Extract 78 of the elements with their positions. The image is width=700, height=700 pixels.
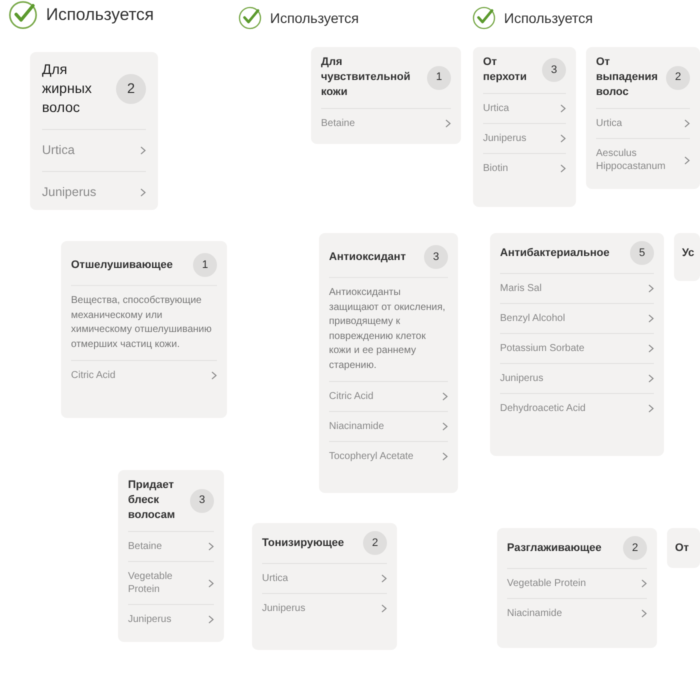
ingredient-item[interactable]: Juniperus xyxy=(42,170,146,210)
ingredient-item[interactable]: Betaine xyxy=(128,531,214,561)
ingredient-item[interactable]: Urtica xyxy=(596,108,690,138)
chevron-right-icon xyxy=(641,579,647,588)
card-title: Антибактериальное xyxy=(500,246,610,260)
ingredient-item[interactable]: Dehydroacetic Acid xyxy=(500,393,654,423)
count-badge: 1 xyxy=(427,66,451,90)
chevron-right-icon xyxy=(560,104,566,113)
count-badge: 2 xyxy=(116,74,146,104)
ingredient-item[interactable]: Juniperus xyxy=(483,123,566,153)
card-title: Придает блеск волосам xyxy=(128,478,176,523)
chevron-right-icon xyxy=(381,604,387,613)
ingredient-item[interactable]: Urtica xyxy=(483,93,566,123)
ingredient-item[interactable]: Niacinamide xyxy=(329,411,448,441)
card-title: От выпадения волос xyxy=(596,55,659,100)
checkmark-icon xyxy=(472,6,496,30)
chevron-right-icon xyxy=(208,578,214,588)
chevron-right-icon xyxy=(208,542,214,551)
status-label: Используется xyxy=(46,4,154,26)
card-title: Ус xyxy=(681,246,696,261)
card-title: Разглаживающее xyxy=(507,540,602,556)
ingredient-item[interactable]: Aesculus Hippocastanum xyxy=(596,138,690,181)
ingredient-item[interactable]: Vegetable Protein xyxy=(507,568,647,598)
ingredient-item[interactable]: Juniperus xyxy=(500,363,654,393)
ingredient-item[interactable]: Betaine xyxy=(321,108,451,138)
card-title: Антиоксидант xyxy=(329,250,406,264)
ingredient-item[interactable]: Juniperus xyxy=(262,593,387,623)
count-badge: 3 xyxy=(542,58,566,82)
chevron-right-icon xyxy=(648,404,654,413)
count-badge: 3 xyxy=(190,488,214,512)
ingredient-item[interactable]: Vegetable Protein xyxy=(128,561,214,604)
chevron-right-icon xyxy=(211,371,217,380)
count-badge: 1 xyxy=(193,253,217,277)
count-badge: 2 xyxy=(363,531,387,555)
card-title: Для чувствительной кожи xyxy=(321,55,412,100)
chevron-right-icon xyxy=(442,392,448,401)
card-description: Антиоксиданты защищают от окисления, приводящему к повреждению клеток кожи и ее раннему старению. xyxy=(329,277,448,381)
chevron-right-icon xyxy=(648,314,654,323)
count-badge: 3 xyxy=(424,245,448,269)
chevron-right-icon xyxy=(140,188,146,197)
ingredient-item[interactable]: Biotin xyxy=(483,153,566,183)
checkmark-icon xyxy=(238,6,262,30)
status-label: Используется xyxy=(270,8,359,28)
chevron-right-icon xyxy=(381,574,387,583)
chevron-right-icon xyxy=(684,119,690,128)
ingredient-item[interactable]: Urtica xyxy=(42,129,146,171)
count-badge: 5 xyxy=(630,241,654,265)
chevron-right-icon xyxy=(442,422,448,431)
card-title: Для жирных волос xyxy=(42,60,93,117)
card-title: Отшелушивающее xyxy=(71,258,173,272)
chevron-right-icon xyxy=(648,374,654,383)
chevron-right-icon xyxy=(560,134,566,143)
ingredient-item[interactable]: Niacinamide xyxy=(507,598,647,628)
chevron-right-icon xyxy=(140,146,146,155)
ingredient-item[interactable]: Maris Sal xyxy=(500,273,654,303)
ingredient-item[interactable]: Benzyl Alcohol xyxy=(500,303,654,333)
ingredient-item[interactable]: Juniperus xyxy=(128,604,214,634)
checkmark-icon xyxy=(8,0,38,30)
chevron-right-icon xyxy=(560,164,566,173)
card-title: От перхоти xyxy=(483,55,528,85)
card-title: Тонизирующее xyxy=(262,536,344,550)
status-label: Используется xyxy=(504,8,593,28)
chevron-right-icon xyxy=(684,156,690,164)
ingredient-item[interactable]: Citric Acid xyxy=(71,360,217,390)
ingredient-item[interactable]: Tocopheryl Acetate xyxy=(329,441,448,471)
ingredient-item[interactable]: Urtica xyxy=(262,563,387,593)
card-description: Вещества, способствующие механическому или химическому отшелушиванию отмерших частиц кожи. xyxy=(71,285,217,360)
card-title: От xyxy=(674,541,690,556)
count-badge: 2 xyxy=(623,536,647,560)
chevron-right-icon xyxy=(208,615,214,624)
count-badge: 2 xyxy=(666,66,690,90)
chevron-right-icon xyxy=(442,452,448,461)
ingredient-item[interactable]: Citric Acid xyxy=(329,381,448,411)
ingredient-item[interactable]: Potassium Sorbate xyxy=(500,333,654,363)
chevron-right-icon xyxy=(648,344,654,353)
chevron-right-icon xyxy=(641,609,647,618)
chevron-right-icon xyxy=(648,284,654,293)
chevron-right-icon xyxy=(445,119,451,128)
